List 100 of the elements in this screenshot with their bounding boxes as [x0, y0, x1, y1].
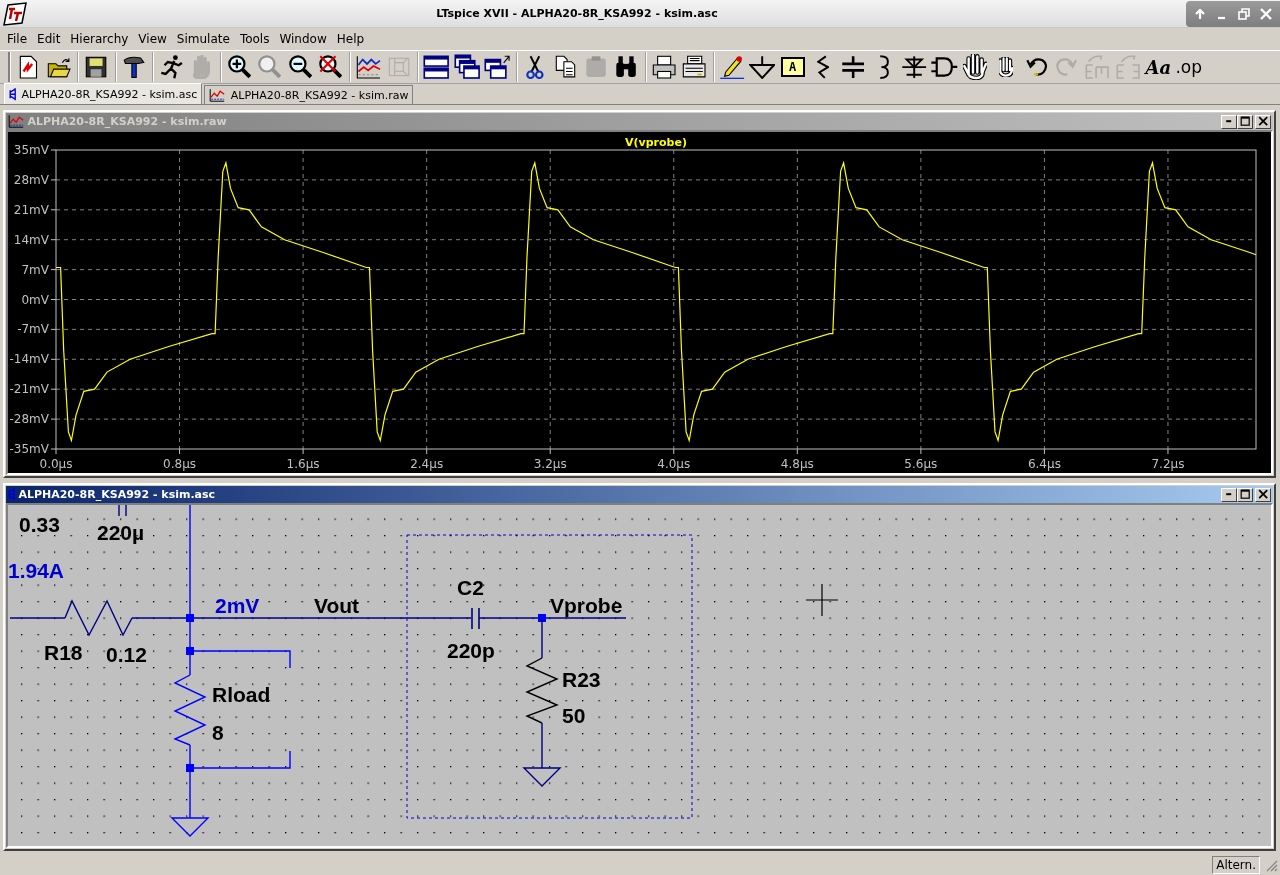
menu-item[interactable]: View [133, 30, 172, 48]
graph-icon [8, 114, 25, 129]
operating-point-label[interactable]: 1.94A [8, 559, 65, 582]
tick-label: 6.4µs [1027, 457, 1061, 471]
component-value[interactable]: 0.12 [106, 643, 147, 666]
maximize-icon [1239, 489, 1251, 500]
tab[interactable]: ALPHA20-8R_KSA992 - ksim.asc [4, 83, 203, 104]
menu-item[interactable]: Hierarchy [65, 30, 134, 48]
menu-item[interactable]: Window [274, 30, 332, 48]
folder-icon [46, 56, 71, 78]
tick-label: 7.2µs [1151, 457, 1185, 471]
menu-item[interactable]: Simulate [171, 30, 235, 48]
tick-label: 0mV [21, 292, 49, 307]
tick-label: 1.6µs [286, 457, 320, 471]
tick-label: -35mV [9, 442, 49, 456]
tick-label: 3.2µs [533, 457, 567, 471]
status-mode: Altern. [1212, 855, 1260, 874]
scissors-icon [525, 54, 544, 80]
running-figure-icon [159, 54, 183, 80]
menu-item[interactable]: File [2, 30, 33, 48]
rotate-icon [1085, 54, 1110, 80]
window-title: ALPHA20-8R_KSA992 - ksim.raw [27, 115, 228, 128]
menu-item[interactable]: Help [331, 30, 370, 48]
close-icon [1257, 116, 1269, 127]
ground-symbol[interactable] [170, 817, 210, 837]
document-icon [18, 54, 38, 80]
tick-label: 0.8µs [163, 457, 197, 471]
component-name[interactable]: R18 [44, 641, 83, 664]
component-name[interactable]: Rload [212, 683, 271, 706]
mirror-icon [1115, 54, 1140, 80]
toolbar-button[interactable]: Aa [1143, 52, 1174, 82]
tick-label: 7mV [21, 262, 49, 277]
toolbar-button[interactable]: A [780, 57, 805, 77]
restore-icon[interactable] [1236, 5, 1252, 22]
tick-label: -7mV [17, 322, 49, 337]
wire[interactable] [193, 750, 291, 769]
component-value[interactable]: 8 [212, 721, 224, 744]
gate-icon [930, 57, 960, 77]
chart-frame-icon [387, 57, 410, 77]
ground-symbol[interactable] [522, 767, 562, 787]
ground-icon [749, 54, 776, 80]
window-title: LTspice XVII - ALPHA20-8R_KSA992 - ksim.asc [435, 7, 719, 20]
magnifier-icon [258, 55, 282, 79]
minimize-button[interactable] [1221, 114, 1237, 129]
close-button[interactable] [1255, 114, 1271, 129]
printer-icon [682, 55, 707, 79]
tick-label: 14mV [13, 232, 49, 247]
tick-label: 35mV [13, 143, 49, 157]
wire[interactable] [193, 650, 291, 669]
net-label[interactable]: Vout [314, 594, 360, 617]
zoom-in-icon [227, 55, 251, 79]
component-value[interactable]: 50 [562, 704, 586, 727]
window-rows-icon [423, 54, 450, 80]
component-value[interactable]: 0.33 [19, 513, 60, 536]
close-button[interactable] [1255, 487, 1271, 502]
resistor-symbol[interactable] [64, 599, 133, 637]
maximize-button[interactable] [1237, 487, 1253, 502]
tick-label: 4.8µs [780, 457, 814, 471]
tick-label: -28mV [9, 412, 49, 427]
operating-point-label[interactable]: 2mV [215, 594, 260, 617]
graph-icon [209, 87, 226, 103]
component-name[interactable]: R23 [562, 668, 601, 691]
tick-label: 28mV [13, 172, 49, 187]
hand-icon [963, 54, 988, 80]
window-title: ALPHA20-8R_KSA992 - ksim.asc [18, 488, 217, 501]
capacitor-symbol[interactable] [471, 607, 480, 630]
close-icon[interactable] [1258, 5, 1274, 22]
clipboard-icon [584, 55, 607, 79]
minimize-button[interactable] [1221, 487, 1237, 502]
toolbar-button[interactable] [451, 52, 482, 82]
redo-icon [1056, 58, 1078, 76]
tick-label: -21mV [9, 382, 49, 397]
dashed-rectangle[interactable] [406, 534, 693, 819]
resistor-symbol[interactable] [525, 657, 559, 724]
menu-item[interactable]: Tools [234, 30, 275, 48]
hand-icon [998, 57, 1013, 77]
maximize-button[interactable] [1237, 114, 1253, 129]
net-label[interactable]: Vprobe [550, 594, 623, 617]
diode-icon [901, 54, 928, 80]
resistor-symbol[interactable] [173, 674, 207, 746]
app-logo [2, 0, 28, 27]
capacitor-icon [841, 54, 866, 80]
menu-item[interactable]: Edit [32, 30, 66, 48]
hand-icon [193, 54, 211, 80]
trace-name[interactable]: V(vprobe) [625, 136, 687, 149]
component-value[interactable]: 220µ [97, 521, 145, 544]
pages-icon [554, 55, 576, 79]
tick-label: 2.4µs [410, 457, 444, 471]
wire[interactable] [9, 617, 66, 619]
windows-arrow-icon [484, 54, 511, 80]
transistor-icon [9, 86, 17, 102]
component-value[interactable]: 220p [447, 639, 495, 662]
tick-label: 4.0µs [657, 457, 691, 471]
transistor-icon [8, 487, 16, 502]
close-icon [1257, 489, 1269, 500]
component-name[interactable]: C2 [457, 576, 484, 599]
capacitor-symbol[interactable] [118, 505, 127, 517]
magnifier-cross-icon [319, 55, 343, 79]
toolbar-button[interactable]: .op [1173, 52, 1204, 82]
tab[interactable]: ALPHA20-8R_KSA992 - ksim.raw [204, 85, 414, 104]
